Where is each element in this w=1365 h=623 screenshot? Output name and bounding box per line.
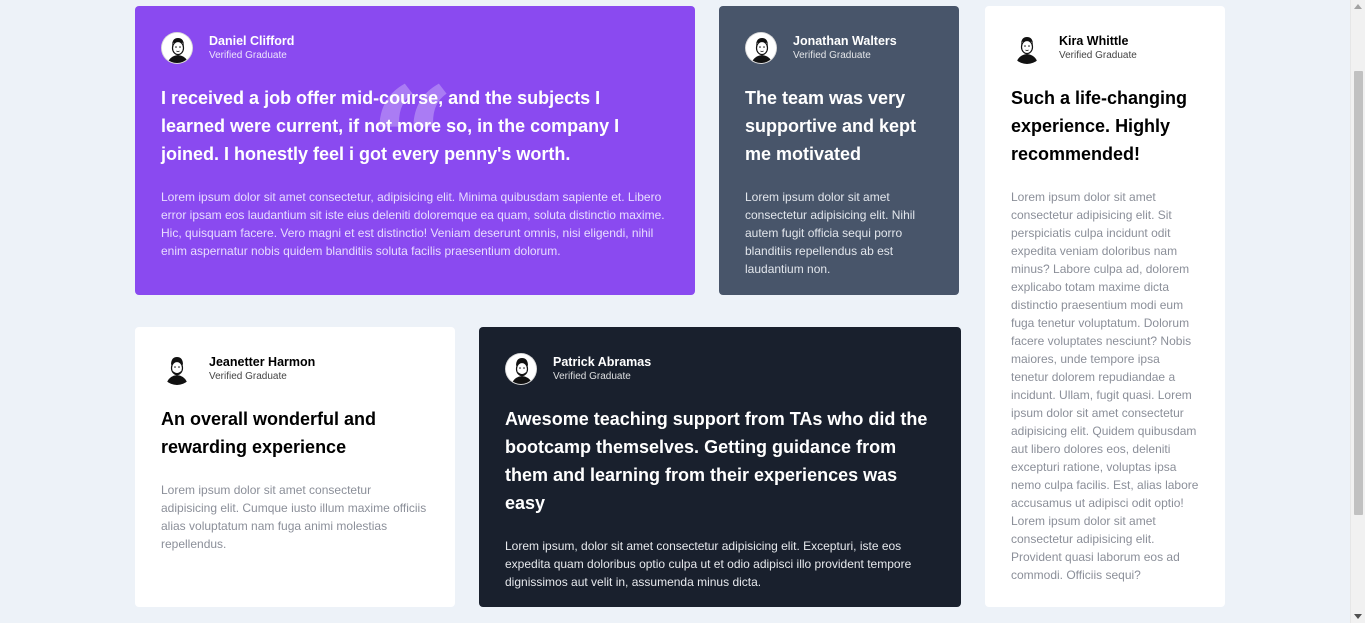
- testimonial-headline: Awesome teaching support from TAs who di…: [505, 409, 928, 513]
- testimonial-body: Lorem ipsum dolor sit amet consectetur a…: [745, 190, 916, 276]
- testimonial-card-kira: Kira Whittle Verified Graduate Such a li…: [985, 6, 1225, 607]
- scroll-down-icon[interactable]: [1354, 614, 1362, 619]
- author-info: Kira Whittle Verified Graduate: [1011, 32, 1199, 64]
- testimonial-body: Lorem ipsum dolor sit amet consectetur a…: [1011, 190, 1199, 582]
- testimonial-card-jonathan: Jonathan Walters Verified Graduate The t…: [719, 6, 959, 295]
- author-name: Jonathan Walters: [793, 34, 897, 49]
- author-name: Patrick Abramas: [553, 355, 652, 370]
- testimonial-headline: Such a life-changing experience. Highly …: [1011, 88, 1188, 164]
- testimonial-body: Lorem ipsum dolor sit amet consectetur, …: [161, 190, 665, 258]
- author-info: Patrick Abramas Verified Graduate: [505, 353, 935, 385]
- author-info: Jeanetter Harmon Verified Graduate: [161, 353, 429, 385]
- author-name: Kira Whittle: [1059, 34, 1129, 49]
- scroll-thumb[interactable]: [1354, 71, 1363, 515]
- author-name: Jeanetter Harmon: [209, 355, 316, 370]
- avatar: [161, 353, 193, 385]
- avatar: [505, 353, 537, 385]
- author-info: Jonathan Walters Verified Graduate: [745, 32, 933, 64]
- author-role: Verified Graduate: [209, 371, 287, 383]
- person-avatar-icon: [506, 354, 536, 384]
- testimonial-headline: I received a job offer mid-course, and t…: [161, 88, 620, 164]
- author-role: Verified Graduate: [209, 50, 287, 62]
- author-role: Verified Graduate: [553, 371, 631, 383]
- testimonial-headline: An overall wonderful and rewarding exper…: [161, 409, 377, 457]
- person-avatar-icon: [746, 33, 776, 63]
- author-name: Daniel Clifford: [209, 34, 295, 49]
- testimonial-card-patrick: Patrick Abramas Verified Graduate Awesom…: [479, 327, 961, 607]
- person-avatar-icon: [1011, 32, 1043, 64]
- person-avatar-icon: [161, 353, 193, 385]
- scroll-up-icon[interactable]: [1354, 4, 1362, 9]
- testimonial-headline: The team was very supportive and kept me…: [745, 88, 917, 164]
- avatar: [1011, 32, 1043, 64]
- avatar: [745, 32, 777, 64]
- testimonial-body: Lorem ipsum, dolor sit amet consectetur …: [505, 539, 912, 589]
- avatar: [161, 32, 193, 64]
- author-role: Verified Graduate: [793, 50, 871, 62]
- testimonial-body: Lorem ipsum dolor sit amet consectetur a…: [161, 483, 427, 551]
- person-avatar-icon: [162, 33, 192, 63]
- page-scrollbar[interactable]: [1350, 0, 1365, 623]
- testimonial-card-daniel: “ Daniel Clifford Verified Graduate I re…: [135, 6, 695, 295]
- author-role: Verified Graduate: [1059, 50, 1137, 62]
- testimonial-card-jeanetter: Jeanetter Harmon Verified Graduate An ov…: [135, 327, 455, 607]
